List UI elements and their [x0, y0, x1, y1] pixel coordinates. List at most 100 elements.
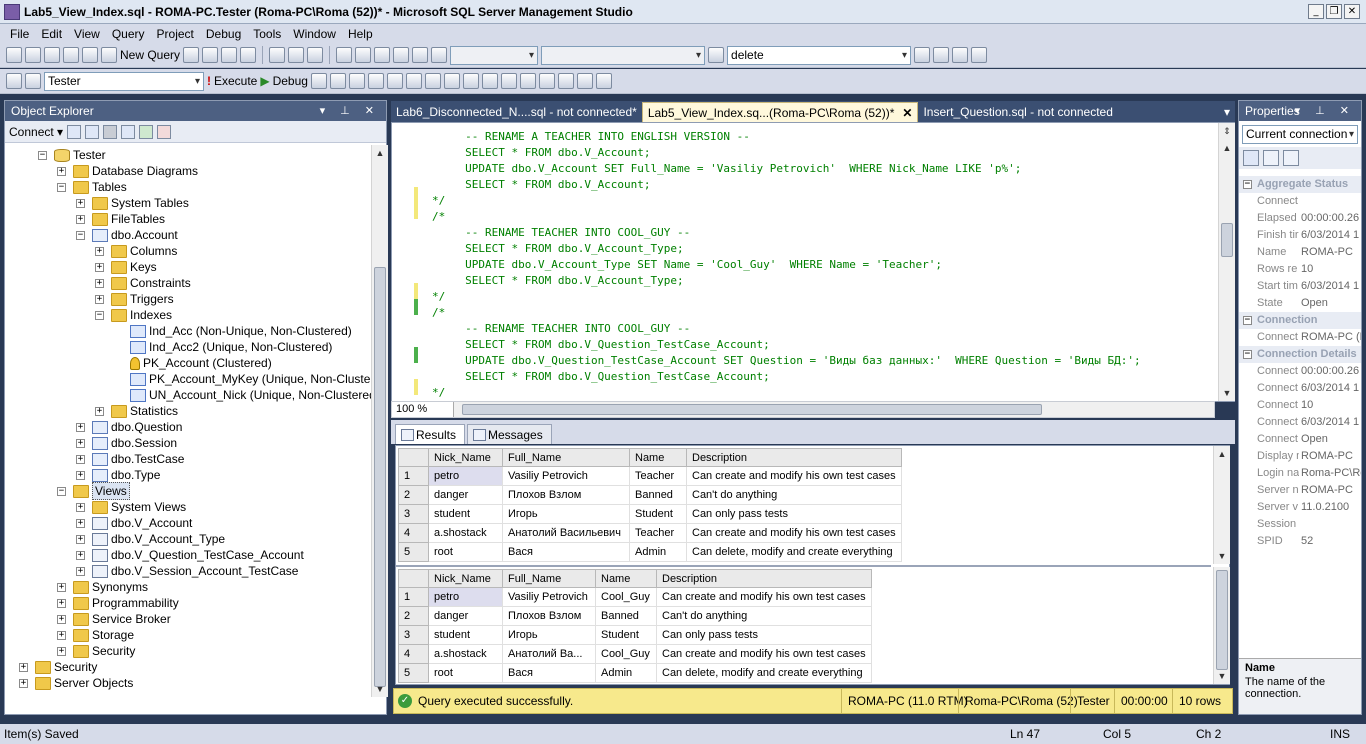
tree-node[interactable]: Ind_Acc (Non-Unique, Non-Clustered) [114, 323, 352, 339]
grid-cell[interactable]: Cool_Guy [595, 587, 657, 607]
grid-cell[interactable]: Student [629, 504, 687, 524]
tree-node[interactable]: − Tables [57, 179, 127, 195]
grid-cell[interactable]: Can only pass tests [656, 625, 872, 645]
column-header[interactable]: Name [595, 569, 657, 588]
solution-platform-combo[interactable] [541, 45, 706, 65]
tree-node[interactable]: UN_Account_Nick (Unique, Non-Clustered) [114, 387, 371, 403]
column-header[interactable]: Nick_Name [428, 569, 503, 588]
comment-icon[interactable] [519, 73, 536, 89]
menu-query[interactable]: Query [106, 27, 151, 41]
grid-cell[interactable]: Игорь [502, 625, 596, 645]
property-row[interactable]: Elapsed 00:00:00.26 [1239, 210, 1361, 227]
grid-cell[interactable]: danger [428, 485, 503, 505]
property-row[interactable]: Connect Open [1239, 431, 1361, 448]
property-row[interactable]: Connect 00:00:00.26 [1239, 363, 1361, 380]
grid1-vertical-scrollbar[interactable]: ▲ ▼ [1213, 446, 1230, 564]
row-number[interactable]: 2 [398, 485, 429, 505]
save-icon[interactable] [63, 47, 79, 63]
expand-toggle-icon[interactable]: + [57, 166, 66, 176]
grid-cell[interactable]: Анатолий Васильевич [502, 523, 630, 543]
column-header[interactable]: Full_Name [502, 448, 630, 467]
code-line[interactable]: /* [432, 305, 445, 321]
table-row[interactable]: 2 danger Плохов Взлом Banned Can't do anythi… [398, 485, 902, 505]
expand-toggle-icon[interactable]: + [95, 278, 104, 288]
expand-toggle-icon[interactable]: + [76, 422, 85, 432]
navigate-icon[interactable] [374, 47, 391, 63]
grid-cell[interactable]: Admin [595, 663, 657, 683]
scroll-down-arrow[interactable]: ▼ [372, 681, 388, 697]
debug-button[interactable]: Debug [273, 74, 308, 88]
sql-editor[interactable]: -- RENAME A TEACHER INTO ENGLISH VERSION… [391, 122, 1235, 402]
grid-cell[interactable]: a.shostack [428, 644, 503, 664]
expand-toggle-icon[interactable]: + [76, 534, 85, 544]
close-button[interactable]: ✕ [1344, 4, 1360, 19]
code-line[interactable]: -- RENAME A TEACHER INTO ENGLISH VERSION… [432, 129, 750, 145]
grid-cell[interactable]: Плохов Взлом [502, 606, 596, 626]
property-object-combo[interactable]: Current connection [1242, 125, 1358, 144]
database-engine-query-icon[interactable] [183, 47, 200, 63]
disconnect-icon[interactable] [85, 124, 100, 139]
row-number[interactable]: 1 [398, 466, 429, 486]
menu-window[interactable]: Window [287, 27, 342, 41]
results-to-grid-icon[interactable] [481, 73, 498, 89]
property-row[interactable]: Connect 10 [1239, 397, 1361, 414]
scroll-thumb[interactable] [374, 267, 386, 687]
scroll-up-arrow[interactable]: ▲ [1219, 140, 1235, 156]
grid-cell[interactable]: Can delete, modify and create everything [686, 542, 902, 562]
expand-toggle-icon[interactable]: + [57, 598, 66, 608]
results-grid-2[interactable]: Nick_Name Full_Name Name Description 1 petro V… [398, 569, 872, 683]
grid-cell[interactable]: petro [428, 466, 503, 486]
tab-lab6-disconnected[interactable]: Lab6_Disconnected_N....sql - not connect… [391, 102, 642, 122]
menu-view[interactable]: View [68, 27, 106, 41]
table-row[interactable]: 5 root Вася Admin Can delete, modify and cre… [398, 542, 902, 562]
property-row[interactable]: Connect 6/03/2014 1 [1239, 380, 1361, 397]
scroll-down-arrow[interactable]: ▼ [1219, 385, 1235, 401]
parse-icon[interactable] [329, 73, 346, 89]
collapse-toggle-icon[interactable]: − [57, 486, 66, 496]
grid-cell[interactable]: Вася [502, 542, 630, 562]
menu-debug[interactable]: Debug [200, 27, 247, 41]
column-header[interactable]: Description [686, 448, 902, 467]
column-header[interactable]: Description [656, 569, 872, 588]
results-grid-1[interactable]: Nick_Name Full_Name Name Description 1 petro V… [398, 448, 902, 562]
menu-file[interactable]: File [4, 27, 35, 41]
nav-forward-icon[interactable] [393, 47, 410, 63]
property-row[interactable]: SPID 52 [1239, 533, 1361, 550]
copy-icon[interactable] [288, 47, 305, 63]
property-row[interactable]: Display n ROMA-PC [1239, 448, 1361, 465]
tree-node[interactable]: + System Tables [76, 195, 189, 211]
grid-cell[interactable]: Banned [629, 485, 687, 505]
code-line[interactable]: */ [432, 385, 445, 401]
messages-tab[interactable]: Messages [467, 424, 552, 444]
row-header-corner[interactable] [398, 569, 429, 588]
code-line[interactable]: -- RENAME TEACHER INTO COOL_GUY -- [432, 225, 690, 241]
table-row[interactable]: 3 student Игорь Student Can only pass tests [398, 625, 872, 645]
connect-dropdown[interactable]: Connect ▾ [9, 125, 63, 139]
change-connection-icon[interactable] [25, 73, 41, 89]
expand-toggle-icon[interactable]: + [76, 550, 85, 560]
column-header[interactable]: Full_Name [502, 569, 596, 588]
tree-node[interactable]: + Synonyms [57, 579, 148, 595]
property-category[interactable]: − Connection Details [1239, 346, 1361, 363]
expand-toggle-icon[interactable]: + [57, 582, 66, 592]
save-all-icon[interactable] [82, 47, 98, 63]
start-debug-icon[interactable] [431, 47, 448, 63]
stop-icon[interactable] [103, 124, 118, 139]
code-line[interactable]: UPDATE dbo.V_Question_TestCase_Account S… [432, 353, 1141, 369]
code-line[interactable]: /* [432, 209, 445, 225]
property-row[interactable]: Finish tir 6/03/2014 1 [1239, 227, 1361, 244]
code-line[interactable]: SELECT * FROM dbo.V_Account_Type; [432, 241, 684, 257]
grid-cell[interactable]: root [428, 542, 503, 562]
include-plan-icon[interactable] [424, 73, 441, 89]
grid-cell[interactable]: Banned [595, 606, 657, 626]
expand-toggle-icon[interactable]: + [76, 518, 85, 528]
code-line[interactable]: */ [432, 193, 445, 209]
code-line[interactable]: SELECT * FROM dbo.V_Account_Type; [432, 273, 684, 289]
scroll-thumb[interactable] [1216, 570, 1228, 670]
column-header[interactable]: Nick_Name [428, 448, 503, 467]
grid-cell[interactable]: a.shostack [428, 523, 503, 543]
tree-node[interactable]: + dbo.V_Account [76, 515, 192, 531]
grid-cell[interactable]: Vasiliy Petrovich [502, 466, 630, 486]
grid-cell[interactable]: Can't do anything [656, 606, 872, 626]
expand-toggle-icon[interactable]: + [76, 438, 85, 448]
